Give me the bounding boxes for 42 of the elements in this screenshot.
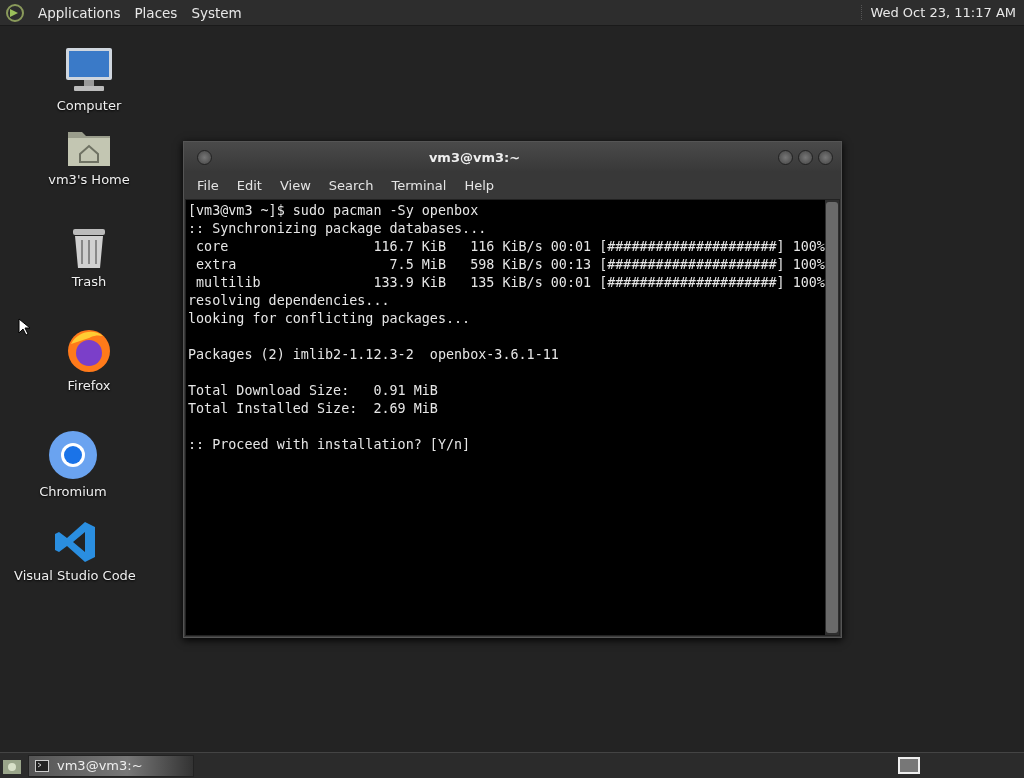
menu-item[interactable]: View bbox=[270, 175, 320, 196]
mouse-cursor-icon bbox=[18, 318, 30, 336]
menu-item[interactable]: Help bbox=[455, 175, 504, 196]
terminal-line: Packages (2) imlib2-1.12.3-2 openbox-3.6.1-11 bbox=[188, 346, 560, 364]
terminal-line: resolving dependencies... bbox=[188, 292, 391, 310]
trash-icon bbox=[70, 226, 108, 270]
desktop-icon-label[interactable]: Visual Studio Code bbox=[14, 568, 136, 583]
desktop-icon-label[interactable]: vm3's Home bbox=[48, 172, 130, 187]
maximize-button[interactable] bbox=[798, 149, 813, 165]
panel-menu[interactable]: System bbox=[191, 4, 242, 21]
desktop-icon-label[interactable]: Firefox bbox=[67, 378, 111, 393]
menu-item[interactable]: File bbox=[188, 175, 228, 196]
terminal-line: [vm3@vm3 ~]$ sudo pacman -Sy openbox bbox=[188, 202, 480, 220]
computer-icon bbox=[64, 46, 114, 94]
vscode-icon bbox=[53, 520, 97, 564]
desktop-icon-label[interactable]: Chromium bbox=[39, 484, 107, 499]
terminal-line: looking for conflicting packages... bbox=[188, 310, 472, 328]
menu-item[interactable]: Edit bbox=[227, 175, 271, 196]
terminal-line: Total Download Size: 0.91 MiB bbox=[188, 382, 439, 400]
chromium-icon bbox=[48, 430, 98, 480]
terminal-icon bbox=[35, 759, 49, 772]
workspace-switcher[interactable] bbox=[898, 757, 920, 774]
distro-logo-icon bbox=[6, 3, 24, 22]
panel-menu[interactable]: Places bbox=[134, 4, 178, 21]
clock[interactable]: Wed Oct 23, 11:17 AM bbox=[861, 5, 1016, 20]
menu-item[interactable]: Terminal bbox=[382, 175, 456, 196]
desktop-icon-label[interactable]: Trash bbox=[71, 274, 107, 289]
minimize-button[interactable] bbox=[778, 149, 793, 165]
terminal-line: :: Synchronizing package databases... bbox=[188, 220, 488, 238]
panel-menu[interactable]: Applications bbox=[38, 4, 121, 21]
show-desktop-icon[interactable] bbox=[2, 757, 22, 775]
close-button[interactable] bbox=[818, 149, 833, 165]
terminal-line: :: Proceed with installation? [Y/n] bbox=[188, 436, 472, 454]
terminal-line: Total Installed Size: 2.69 MiB bbox=[188, 400, 439, 418]
terminal-line: core 116.7 KiB 116 KiB/s 00:01 [#####################] 100% bbox=[195, 238, 823, 256]
terminal-line: multilib 133.9 KiB 135 KiB/s 00:01 [#####################] 100% bbox=[195, 274, 823, 292]
menu-item[interactable]: Search bbox=[319, 175, 383, 196]
terminal-line: extra 7.5 MiB 598 KiB/s 00:13 [#####################] 100% bbox=[195, 256, 823, 274]
desktop-icon-label[interactable]: Computer bbox=[56, 98, 122, 113]
window-title: vm3@vm3:~ bbox=[427, 149, 522, 165]
taskbar-button[interactable]: vm3@vm3:~ bbox=[28, 754, 194, 777]
window-menu-button[interactable] bbox=[197, 149, 212, 165]
